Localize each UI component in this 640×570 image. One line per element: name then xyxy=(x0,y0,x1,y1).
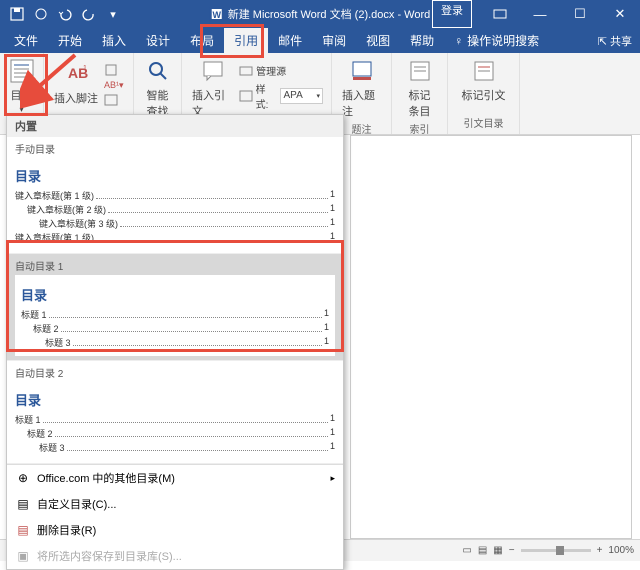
save-selection-icon: ▣ xyxy=(15,548,31,564)
window-title: W 新建 Microsoft Word 文档 (2).docx - Word xyxy=(210,6,431,22)
zoom-slider[interactable] xyxy=(521,549,591,552)
style-icon xyxy=(239,90,252,102)
manual-toc-option[interactable]: 手动目录 目录 键入章标题(第 1 级)1 键入章标题(第 2 级)1 键入章标… xyxy=(7,137,343,254)
zoom-level[interactable]: 100% xyxy=(608,545,634,556)
toc-button[interactable]: 目录 ▾ xyxy=(4,55,40,116)
tab-mailings[interactable]: 邮件 xyxy=(268,28,312,53)
tab-layout[interactable]: 布局 xyxy=(180,28,224,53)
svg-text:W: W xyxy=(212,10,221,20)
manage-sources-button[interactable]: 管理源 xyxy=(237,62,325,79)
document-canvas[interactable] xyxy=(350,135,632,539)
bulb-icon: ♀ xyxy=(454,34,463,48)
footnote-small-buttons: AB¹▾ xyxy=(102,58,126,107)
custom-icon: ▤ xyxy=(15,496,31,512)
citation-icon xyxy=(199,57,227,85)
tab-references[interactable]: 引用 xyxy=(224,28,268,53)
window-controls: 登录 — ☐ ✕ xyxy=(432,0,640,28)
show-notes-button[interactable] xyxy=(102,93,126,107)
tab-insert[interactable]: 插入 xyxy=(92,28,136,53)
globe-icon: ⊕ xyxy=(15,470,31,486)
close-icon[interactable]: ✕ xyxy=(600,0,640,28)
footnote-icon: AB1 xyxy=(62,60,90,88)
zoom-in-icon[interactable]: + xyxy=(597,545,603,556)
tab-file[interactable]: 文件 xyxy=(4,28,48,53)
ribbon-tabs: 文件 开始 插入 设计 布局 引用 邮件 审阅 视图 帮助 ♀操作说明搜索 ⇱共… xyxy=(0,28,640,53)
office-toc-button[interactable]: ⊕Office.com 中的其他目录(M)▸ xyxy=(7,465,343,491)
toc-dropdown: 内置 手动目录 目录 键入章标题(第 1 级)1 键入章标题(第 2 级)1 键… xyxy=(6,114,344,570)
print-layout-icon[interactable]: ▤ xyxy=(478,545,487,556)
endnote-icon xyxy=(104,63,118,77)
save-icon[interactable] xyxy=(6,3,28,25)
search-icon xyxy=(144,57,172,85)
tab-design[interactable]: 设计 xyxy=(136,28,180,53)
remove-toc-button[interactable]: ▤删除目录(R) xyxy=(7,517,343,543)
web-layout-icon[interactable]: ▦ xyxy=(493,545,502,556)
redo-icon[interactable] xyxy=(78,3,100,25)
tab-view[interactable]: 视图 xyxy=(356,28,400,53)
zoom-out-icon[interactable]: − xyxy=(509,545,515,556)
chevron-down-icon: ▾ xyxy=(316,92,320,100)
insert-endnote-button[interactable] xyxy=(102,62,126,78)
notes-icon xyxy=(104,94,118,106)
qat-dropdown-icon[interactable]: ▾ xyxy=(102,3,124,25)
remove-icon: ▤ xyxy=(15,522,31,538)
tab-review[interactable]: 审阅 xyxy=(312,28,356,53)
share-button[interactable]: ⇱共享 xyxy=(590,29,640,53)
next-footnote-button[interactable]: AB¹▾ xyxy=(102,79,126,92)
chevron-right-icon: ▸ xyxy=(330,473,335,484)
style-selector[interactable]: 样式:APA▾ xyxy=(237,80,325,112)
read-mode-icon[interactable]: ▭ xyxy=(462,545,471,556)
chevron-down-icon: ▾ xyxy=(19,105,23,114)
maximize-icon[interactable]: ☐ xyxy=(560,0,600,28)
toa-label: 引文目录 xyxy=(464,115,504,132)
tab-home[interactable]: 开始 xyxy=(48,28,92,53)
save-toc-button: ▣将所选内容保存到目录库(S)... xyxy=(7,543,343,569)
custom-toc-button[interactable]: ▤自定义目录(C)... xyxy=(7,491,343,517)
index-icon xyxy=(406,57,434,85)
group-toa: 标记引文 引文目录 xyxy=(448,53,520,134)
tab-help[interactable]: 帮助 xyxy=(400,28,444,53)
next-icon: AB¹▾ xyxy=(104,80,124,91)
svg-text:1: 1 xyxy=(83,65,87,72)
minimize-icon[interactable]: — xyxy=(520,0,560,28)
toc-qat-icon[interactable] xyxy=(30,3,52,25)
builtin-header: 内置 xyxy=(7,115,343,137)
mark-citation-button[interactable]: 标记引文 xyxy=(458,55,510,105)
insert-caption-button[interactable]: 插入题注 xyxy=(338,55,385,121)
auto-toc-1-option[interactable]: 自动目录 1 目录 标题 11 标题 21 标题 31 xyxy=(7,254,343,361)
undo-icon[interactable] xyxy=(54,3,76,25)
mark-entry-button[interactable]: 标记 条目 xyxy=(402,55,438,121)
title-bar: ▾ W 新建 Microsoft Word 文档 (2).docx - Word… xyxy=(0,0,640,28)
tab-tell-me[interactable]: ♀操作说明搜索 xyxy=(444,28,549,53)
smart-lookup-button[interactable]: 智能 查找 xyxy=(140,55,176,121)
auto-toc-2-option[interactable]: 自动目录 2 目录 标题 11 标题 21 标题 31 xyxy=(7,361,343,464)
share-icon: ⇱ xyxy=(598,35,607,48)
group-index: 标记 条目 索引 xyxy=(392,53,448,134)
login-button[interactable]: 登录 xyxy=(432,0,472,28)
sources-icon xyxy=(239,64,253,76)
toc-icon xyxy=(8,57,36,85)
quick-access-toolbar: ▾ xyxy=(0,3,124,25)
toa-icon xyxy=(470,57,498,85)
dropdown-footer: ⊕Office.com 中的其他目录(M)▸ ▤自定义目录(C)... ▤删除目… xyxy=(7,464,343,569)
ribbon-display-icon[interactable] xyxy=(480,0,520,28)
insert-footnote-button[interactable]: AB1 插入脚注 xyxy=(50,58,102,108)
caption-icon xyxy=(348,57,376,85)
word-icon: W xyxy=(210,7,224,21)
